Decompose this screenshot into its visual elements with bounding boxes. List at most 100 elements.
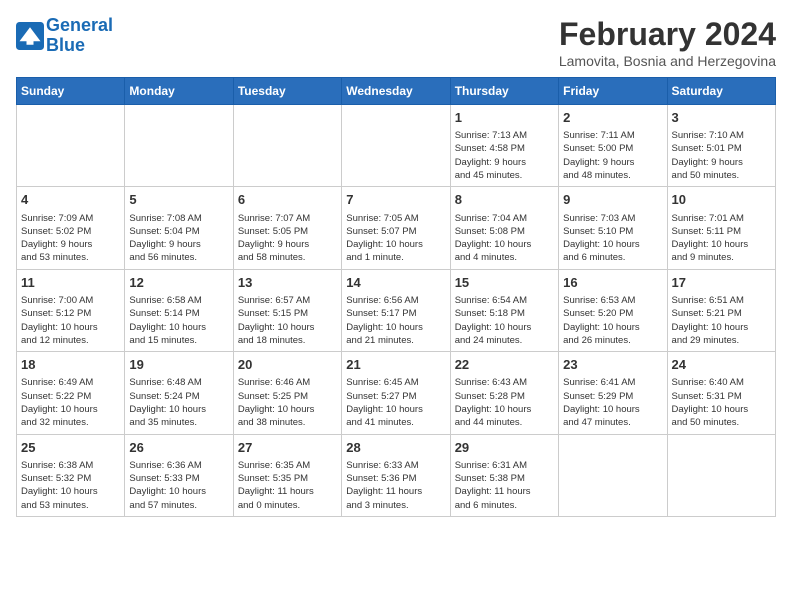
day-cell — [125, 105, 233, 187]
day-number: 8 — [455, 191, 554, 209]
day-cell: 15Sunrise: 6:54 AMSunset: 5:18 PMDayligh… — [450, 269, 558, 351]
day-cell: 14Sunrise: 6:56 AMSunset: 5:17 PMDayligh… — [342, 269, 450, 351]
day-info: Sunrise: 6:46 AMSunset: 5:25 PMDaylight:… — [238, 376, 337, 429]
day-info: Sunrise: 6:51 AMSunset: 5:21 PMDaylight:… — [672, 294, 771, 347]
day-number: 4 — [21, 191, 120, 209]
day-info: Sunrise: 7:11 AMSunset: 5:00 PMDaylight:… — [563, 129, 662, 182]
day-number: 24 — [672, 356, 771, 374]
day-info: Sunrise: 7:00 AMSunset: 5:12 PMDaylight:… — [21, 294, 120, 347]
calendar-table: SundayMondayTuesdayWednesdayThursdayFrid… — [16, 77, 776, 517]
day-cell: 26 Sunrise: 6:36 AMSunset: 5:33 PMDayligh… — [125, 434, 233, 516]
month-title: February 2024 — [559, 16, 776, 53]
logo-text: General Blue — [46, 16, 113, 56]
day-cell: 7 Sunrise: 7:05 AMSunset: 5:07 PMDaylight… — [342, 187, 450, 269]
day-info: Sunrise: 7:07 AMSunset: 5:05 PMDaylight:… — [238, 212, 337, 265]
day-cell: 24 Sunrise: 6:40 AMSunset: 5:31 PMDayligh… — [667, 352, 775, 434]
day-cell: 8 Sunrise: 7:04 AMSunset: 5:08 PMDaylight… — [450, 187, 558, 269]
day-cell: 6 Sunrise: 7:07 AMSunset: 5:05 PMDaylight… — [233, 187, 341, 269]
day-number: 29 — [455, 439, 554, 457]
day-cell: 18 Sunrise: 6:49 AMSunset: 5:22 PMDayligh… — [17, 352, 125, 434]
day-cell: 1 Sunrise: 7:13 AMSunset: 4:58 PMDaylight… — [450, 105, 558, 187]
logo: General Blue — [16, 16, 113, 56]
logo-line2: Blue — [46, 35, 85, 55]
day-cell: 29 Sunrise: 6:31 AMSunset: 5:38 PMDayligh… — [450, 434, 558, 516]
day-cell: 2Sunrise: 7:11 AMSunset: 5:00 PMDaylight… — [559, 105, 667, 187]
day-info: Sunrise: 6:33 AMSunset: 5:36 PMDaylight:… — [346, 459, 445, 512]
day-number: 20 — [238, 356, 337, 374]
day-number: 5 — [129, 191, 228, 209]
day-cell — [559, 434, 667, 516]
day-cell — [233, 105, 341, 187]
day-cell: 23 Sunrise: 6:41 AMSunset: 5:29 PMDayligh… — [559, 352, 667, 434]
day-number: 22 — [455, 356, 554, 374]
day-number: 9 — [563, 191, 662, 209]
day-number: 18 — [21, 356, 120, 374]
day-info: Sunrise: 6:40 AMSunset: 5:31 PMDaylight:… — [672, 376, 771, 429]
day-cell: 12Sunrise: 6:58 AMSunset: 5:14 PMDayligh… — [125, 269, 233, 351]
day-cell: 17 Sunrise: 6:51 AMSunset: 5:21 PMDayligh… — [667, 269, 775, 351]
day-info: Sunrise: 7:10 AMSunset: 5:01 PMDaylight:… — [672, 129, 771, 182]
day-cell: 10 Sunrise: 7:01 AMSunset: 5:11 PMDayligh… — [667, 187, 775, 269]
day-info: Sunrise: 6:48 AMSunset: 5:24 PMDaylight:… — [129, 376, 228, 429]
day-number: 14 — [346, 274, 445, 292]
day-cell: 13 Sunrise: 6:57 AMSunset: 5:15 PMDayligh… — [233, 269, 341, 351]
day-cell — [342, 105, 450, 187]
day-cell: 21 Sunrise: 6:45 AMSunset: 5:27 PMDayligh… — [342, 352, 450, 434]
weekday-header: Wednesday — [342, 78, 450, 105]
day-info: Sunrise: 7:13 AMSunset: 4:58 PMDaylight:… — [455, 129, 554, 182]
day-info: Sunrise: 7:03 AMSunset: 5:10 PMDaylight:… — [563, 212, 662, 265]
weekday-header: Tuesday — [233, 78, 341, 105]
day-info: Sunrise: 6:57 AMSunset: 5:15 PMDaylight:… — [238, 294, 337, 347]
day-cell: 28Sunrise: 6:33 AMSunset: 5:36 PMDayligh… — [342, 434, 450, 516]
day-number: 21 — [346, 356, 445, 374]
day-number: 26 — [129, 439, 228, 457]
week-row: 4 Sunrise: 7:09 AMSunset: 5:02 PMDaylight… — [17, 187, 776, 269]
day-cell: 9 Sunrise: 7:03 AMSunset: 5:10 PMDaylight… — [559, 187, 667, 269]
weekday-header: Monday — [125, 78, 233, 105]
day-info: Sunrise: 6:53 AMSunset: 5:20 PMDaylight:… — [563, 294, 662, 347]
day-cell: 25 Sunrise: 6:38 AMSunset: 5:32 PMDayligh… — [17, 434, 125, 516]
day-number: 16 — [563, 274, 662, 292]
day-info: Sunrise: 6:43 AMSunset: 5:28 PMDaylight:… — [455, 376, 554, 429]
weekday-header: Saturday — [667, 78, 775, 105]
day-number: 6 — [238, 191, 337, 209]
day-number: 1 — [455, 109, 554, 127]
week-row: 11 Sunrise: 7:00 AMSunset: 5:12 PMDayligh… — [17, 269, 776, 351]
title-section: February 2024 Lamovita, Bosnia and Herze… — [559, 16, 776, 69]
day-info: Sunrise: 6:31 AMSunset: 5:38 PMDaylight:… — [455, 459, 554, 512]
day-info: Sunrise: 6:45 AMSunset: 5:27 PMDaylight:… — [346, 376, 445, 429]
day-info: Sunrise: 6:49 AMSunset: 5:22 PMDaylight:… — [21, 376, 120, 429]
day-cell: 19Sunrise: 6:48 AMSunset: 5:24 PMDayligh… — [125, 352, 233, 434]
page-header: General Blue February 2024 Lamovita, Bos… — [16, 16, 776, 69]
day-info: Sunrise: 7:01 AMSunset: 5:11 PMDaylight:… — [672, 212, 771, 265]
day-number: 25 — [21, 439, 120, 457]
day-info: Sunrise: 7:05 AMSunset: 5:07 PMDaylight:… — [346, 212, 445, 265]
weekday-header: Friday — [559, 78, 667, 105]
day-number: 23 — [563, 356, 662, 374]
day-number: 11 — [21, 274, 120, 292]
day-number: 7 — [346, 191, 445, 209]
weekday-header: Sunday — [17, 78, 125, 105]
week-row: 1 Sunrise: 7:13 AMSunset: 4:58 PMDaylight… — [17, 105, 776, 187]
day-number: 17 — [672, 274, 771, 292]
week-row: 18 Sunrise: 6:49 AMSunset: 5:22 PMDayligh… — [17, 352, 776, 434]
day-number: 10 — [672, 191, 771, 209]
day-number: 27 — [238, 439, 337, 457]
day-cell: 20 Sunrise: 6:46 AMSunset: 5:25 PMDayligh… — [233, 352, 341, 434]
day-cell: 27 Sunrise: 6:35 AMSunset: 5:35 PMDayligh… — [233, 434, 341, 516]
day-cell — [17, 105, 125, 187]
day-cell: 16 Sunrise: 6:53 AMSunset: 5:20 PMDayligh… — [559, 269, 667, 351]
day-info: Sunrise: 6:36 AMSunset: 5:33 PMDaylight:… — [129, 459, 228, 512]
weekday-header-row: SundayMondayTuesdayWednesdayThursdayFrid… — [17, 78, 776, 105]
week-row: 25 Sunrise: 6:38 AMSunset: 5:32 PMDayligh… — [17, 434, 776, 516]
day-info: Sunrise: 7:09 AMSunset: 5:02 PMDaylight:… — [21, 212, 120, 265]
day-number: 13 — [238, 274, 337, 292]
day-info: Sunrise: 6:54 AMSunset: 5:18 PMDaylight:… — [455, 294, 554, 347]
day-info: Sunrise: 6:35 AMSunset: 5:35 PMDaylight:… — [238, 459, 337, 512]
day-cell: 11 Sunrise: 7:00 AMSunset: 5:12 PMDayligh… — [17, 269, 125, 351]
day-info: Sunrise: 6:41 AMSunset: 5:29 PMDaylight:… — [563, 376, 662, 429]
day-cell: 5 Sunrise: 7:08 AMSunset: 5:04 PMDaylight… — [125, 187, 233, 269]
day-info: Sunrise: 7:04 AMSunset: 5:08 PMDaylight:… — [455, 212, 554, 265]
day-info: Sunrise: 6:38 AMSunset: 5:32 PMDaylight:… — [21, 459, 120, 512]
day-info: Sunrise: 7:08 AMSunset: 5:04 PMDaylight:… — [129, 212, 228, 265]
